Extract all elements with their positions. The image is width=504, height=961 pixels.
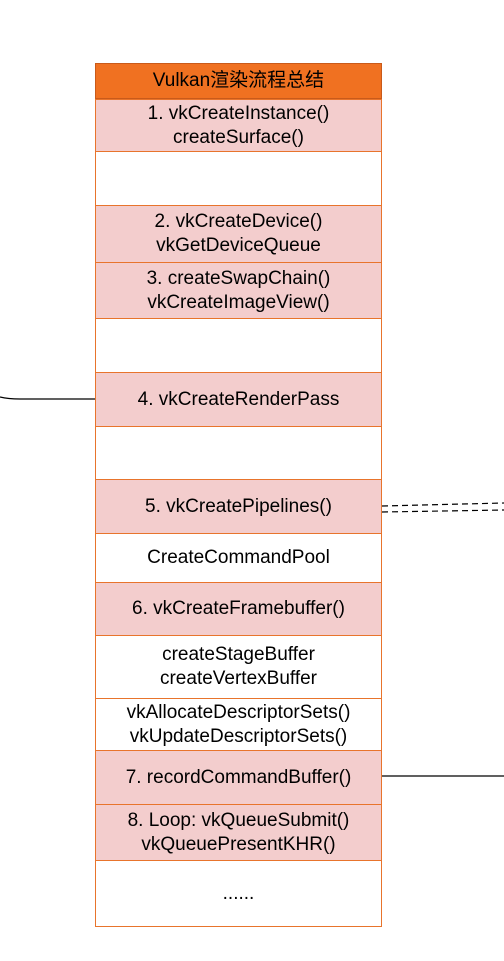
diagram-canvas: Vulkan渲染流程总结 1. vkCreateInstance() create… [0, 0, 504, 961]
connector-layer [0, 396, 504, 777]
connector-dashed-pipelines-bottom [381, 509, 504, 513]
connector-line-left-to-renderpass [0, 396, 95, 400]
connector-dashed-pipelines-top [381, 502, 504, 507]
